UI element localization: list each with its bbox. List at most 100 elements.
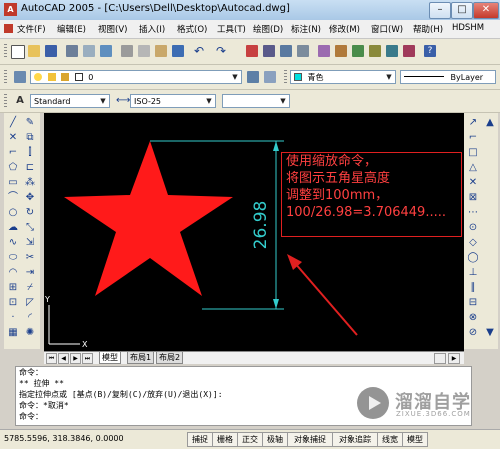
point-icon[interactable]: · — [7, 312, 19, 324]
toolbar-grip[interactable] — [4, 44, 7, 59]
toolbar-grip[interactable] — [284, 70, 287, 84]
hscroll-thumb[interactable] — [434, 353, 446, 364]
zoom-window-icon[interactable] — [280, 45, 292, 57]
construction-line-icon[interactable]: ✕ — [7, 132, 19, 144]
menu-draw[interactable]: 绘图(D) — [253, 23, 283, 35]
snap-none-icon[interactable]: ⊘ — [467, 327, 479, 339]
snap-apparent-icon[interactable]: ⊠ — [467, 192, 479, 204]
text-style-select[interactable]: Standard ▼ — [30, 94, 110, 108]
maximize-button[interactable]: □ — [451, 2, 473, 19]
scroll-right-icon[interactable]: ▶ — [448, 353, 460, 364]
tab-layout2[interactable]: 布局2 — [156, 352, 184, 364]
minimize-button[interactable]: – — [429, 2, 451, 19]
zoom-realtime-icon[interactable] — [263, 45, 275, 57]
menu-window[interactable]: 窗口(W) — [371, 23, 403, 35]
snap-perpendicular-icon[interactable]: ⊥ — [467, 267, 479, 279]
rotate-icon[interactable]: ↻ — [24, 207, 36, 219]
snap-insert-icon[interactable]: ⊟ — [467, 297, 479, 309]
publish-icon[interactable] — [100, 45, 112, 57]
snap-extension-icon[interactable]: ⋯ — [467, 207, 479, 219]
insert-block-icon[interactable]: ⊞ — [7, 282, 19, 294]
redo-icon[interactable]: ↷ — [216, 45, 228, 57]
quickcalc-icon[interactable] — [403, 45, 415, 57]
scroll-up-icon[interactable]: ▲ — [484, 117, 496, 129]
make-layer-current-icon[interactable] — [247, 71, 259, 83]
plot-preview-icon[interactable] — [83, 45, 95, 57]
revision-cloud-icon[interactable]: ☁ — [7, 222, 19, 234]
circle-icon[interactable]: ○ — [7, 207, 19, 219]
menu-hdshm[interactable]: HDSHM — [452, 23, 484, 33]
tab-layout1[interactable]: 布局1 — [127, 352, 155, 364]
ellipse-icon[interactable]: ⬭ — [7, 252, 19, 264]
paste-icon[interactable] — [155, 45, 167, 57]
close-button[interactable]: ✕ — [473, 2, 499, 19]
snap-endpoint-icon[interactable]: □ — [467, 147, 479, 159]
polygon-icon[interactable]: ⬠ — [7, 162, 19, 174]
dim-style-select[interactable]: ISO-25 ▼ — [130, 94, 216, 108]
next-tab-icon[interactable]: ▶ — [70, 353, 81, 364]
zoom-previous-icon[interactable] — [297, 45, 309, 57]
toolbar-grip[interactable] — [4, 70, 7, 84]
menu-help[interactable]: 帮助(H) — [413, 23, 443, 35]
snap-parallel-icon[interactable]: ∥ — [467, 282, 479, 294]
menu-format[interactable]: 格式(O) — [177, 23, 207, 35]
offset-icon[interactable]: ⊏ — [24, 162, 36, 174]
toolbar-grip[interactable] — [4, 94, 7, 108]
menu-modify[interactable]: 修改(M) — [329, 23, 360, 35]
explode-icon[interactable]: ✺ — [24, 327, 36, 339]
line-icon[interactable]: ╱ — [7, 117, 19, 129]
sheet-set-icon[interactable] — [369, 45, 381, 57]
array-icon[interactable]: ⁂ — [24, 177, 36, 189]
arc-icon[interactable]: ⌒ — [7, 192, 19, 204]
menu-file[interactable]: 文件(F) — [17, 23, 46, 35]
dim-style-icon[interactable]: ⟷ — [116, 95, 130, 107]
snap-node-icon[interactable]: ⊗ — [467, 312, 479, 324]
fillet-icon[interactable]: ◜ — [24, 312, 36, 324]
text-style-icon[interactable]: A — [14, 95, 26, 107]
polar-toggle[interactable]: 极轴 — [262, 432, 288, 447]
tab-model[interactable]: 模型 — [99, 352, 121, 364]
document-icon[interactable] — [4, 24, 13, 33]
cut-icon[interactable] — [121, 45, 133, 57]
print-icon[interactable] — [66, 45, 78, 57]
undo-icon[interactable]: ↶ — [194, 45, 206, 57]
otrack-toggle[interactable]: 对象追踪 — [332, 432, 378, 447]
layer-previous-icon[interactable] — [264, 71, 276, 83]
ortho-toggle[interactable]: 正交 — [237, 432, 263, 447]
layer-manager-icon[interactable] — [14, 71, 26, 83]
scale-icon[interactable]: ⤡ — [24, 222, 36, 234]
properties-icon[interactable] — [318, 45, 330, 57]
autocad-app-icon[interactable]: A — [4, 3, 17, 16]
copy-icon[interactable] — [138, 45, 150, 57]
model-toggle[interactable]: 模型 — [402, 432, 428, 447]
pan-icon[interactable] — [246, 45, 258, 57]
save-icon[interactable] — [45, 45, 57, 57]
osnap-toggle[interactable]: 对象捕捉 — [287, 432, 333, 447]
menu-insert[interactable]: 插入(I) — [139, 23, 165, 35]
table-style-select[interactable]: ▼ — [222, 94, 290, 108]
color-select[interactable]: 青色 ▼ — [290, 70, 396, 84]
new-icon[interactable] — [11, 45, 25, 59]
break-icon[interactable]: ⌿ — [24, 282, 36, 294]
snap-tangent-icon[interactable]: ◯ — [467, 252, 479, 264]
hatch-icon[interactable]: ▦ — [7, 327, 19, 339]
copy-object-icon[interactable]: ⧉ — [24, 132, 36, 144]
stretch-icon[interactable]: ⇲ — [24, 237, 36, 249]
erase-icon[interactable]: ✎ — [24, 117, 36, 129]
temp-tracking-icon[interactable]: ↗ — [467, 117, 479, 129]
spline-icon[interactable]: ∿ — [7, 237, 19, 249]
snap-quadrant-icon[interactable]: ◇ — [467, 237, 479, 249]
grid-toggle[interactable]: 栅格 — [212, 432, 238, 447]
first-tab-icon[interactable]: ⏮ — [46, 353, 57, 364]
snap-intersection-icon[interactable]: ✕ — [467, 177, 479, 189]
polyline-icon[interactable]: ⌐ — [7, 147, 19, 159]
design-center-icon[interactable] — [335, 45, 347, 57]
mirror-icon[interactable]: ⫿ — [24, 147, 36, 159]
tool-palettes-icon[interactable] — [352, 45, 364, 57]
layer-select[interactable]: 0 ▼ — [30, 70, 242, 84]
menu-tools[interactable]: 工具(T) — [217, 23, 246, 35]
ellipse-arc-icon[interactable]: ◠ — [7, 267, 19, 279]
trim-icon[interactable]: ✂ — [24, 252, 36, 264]
open-icon[interactable] — [28, 45, 40, 57]
snap-center-icon[interactable]: ⊙ — [467, 222, 479, 234]
